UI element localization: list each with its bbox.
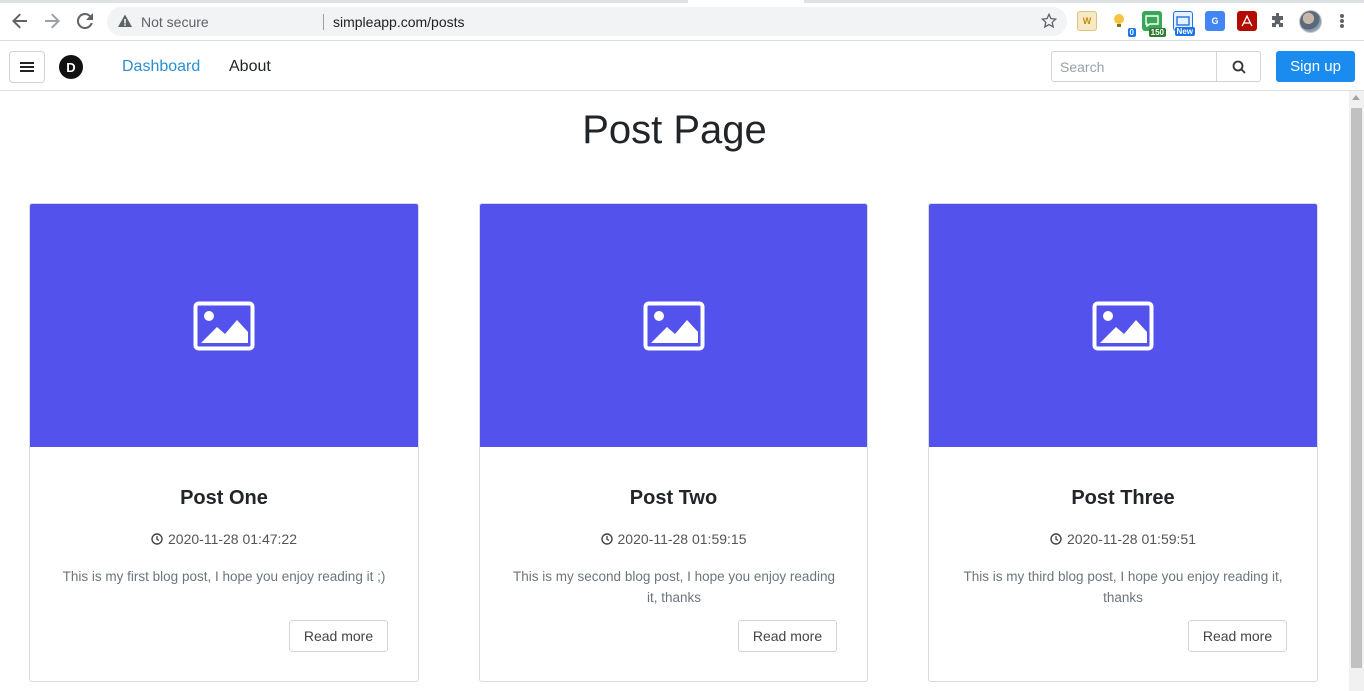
extensions-puzzle-icon[interactable]: [1268, 11, 1288, 31]
post-date-text: 2020-11-28 01:47:22: [168, 531, 297, 547]
post-thumbnail: [480, 204, 867, 447]
warning-icon: [118, 14, 132, 27]
post-title: Post Three: [1071, 487, 1175, 509]
clock-icon: [1050, 533, 1062, 545]
post-thumbnail: [929, 204, 1317, 447]
post-excerpt: This is my second blog post, I hope you …: [513, 569, 835, 605]
extension-label: W: [1082, 16, 1092, 26]
image-placeholder-icon: [193, 301, 255, 350]
hamburger-icon: [20, 62, 34, 72]
scroll-thumb[interactable]: [1351, 108, 1362, 668]
translate-extension-icon[interactable]: G: [1205, 11, 1225, 31]
w-extension-icon[interactable]: W: [1077, 11, 1097, 31]
search-button[interactable]: [1216, 51, 1261, 82]
post-card: Post Two 2020-11-28 01:59:15 This is my …: [479, 203, 868, 682]
extension-badge: 0: [1127, 28, 1136, 37]
page-title: Post Page: [582, 108, 767, 152]
back-button[interactable]: [8, 9, 32, 33]
profile-avatar[interactable]: [1299, 10, 1322, 33]
read-more-button[interactable]: Read more: [738, 620, 837, 652]
acrobat-icon: [1241, 14, 1253, 27]
chat-icon: [1145, 15, 1159, 27]
extension-badge: New: [1174, 27, 1195, 36]
browser-menu-icon[interactable]: [1334, 11, 1350, 31]
post-title: Post Two: [629, 487, 718, 509]
post-excerpt: This is my third blog post, I hope you e…: [963, 569, 1283, 605]
post-date-text: 2020-11-28 01:59:51: [1067, 531, 1196, 547]
reload-button[interactable]: [73, 9, 97, 33]
extension-badge: 150: [1148, 28, 1166, 37]
read-more-button[interactable]: Read more: [1188, 620, 1287, 652]
image-placeholder-icon: [643, 301, 704, 350]
search-icon: [1232, 60, 1246, 74]
forward-button[interactable]: [40, 9, 64, 33]
post-card: Post Three 2020-11-28 01:59:51 This is m…: [928, 203, 1318, 682]
scroll-up-arrow-icon[interactable]: [1352, 95, 1360, 100]
browser-toolbar: Not secure simpleapp.com/posts W 0 150 N…: [0, 0, 1364, 41]
post-excerpt: This is my first blog post, I hope you e…: [62, 569, 386, 584]
app-navbar: D Dashboard About Sign up: [0, 41, 1364, 91]
post-thumbnail: [30, 204, 418, 447]
bulb-extension-icon[interactable]: 0: [1110, 11, 1136, 37]
news-extension-icon[interactable]: New: [1173, 11, 1195, 36]
search-input[interactable]: [1051, 51, 1217, 82]
post-title: Post One: [180, 487, 268, 509]
post-date-text: 2020-11-28 01:59:15: [617, 531, 747, 547]
post-date: 2020-11-28 01:59:51: [929, 531, 1317, 547]
image-placeholder-icon: [1092, 301, 1154, 350]
arrow-left-icon: [12, 13, 27, 29]
omnibox-divider: [323, 14, 324, 30]
pdf-extension-icon[interactable]: [1237, 11, 1257, 31]
nav-link-dashboard[interactable]: Dashboard: [122, 57, 200, 77]
window-icon: [1176, 16, 1190, 26]
page-scrollbar[interactable]: [1349, 91, 1364, 691]
bulb-icon: [1114, 14, 1124, 27]
bookmark-star-icon[interactable]: [1041, 13, 1057, 29]
post-card: Post One 2020-11-28 01:47:22 This is my …: [29, 203, 419, 682]
clock-icon: [151, 533, 163, 545]
brand-logo[interactable]: D: [59, 55, 83, 79]
extension-label: G: [1211, 16, 1219, 26]
signup-button[interactable]: Sign up: [1276, 51, 1355, 82]
post-date: 2020-11-28 01:47:22: [30, 531, 418, 547]
brand-letter: D: [66, 59, 76, 75]
counter-extension-icon[interactable]: 150: [1142, 11, 1166, 37]
read-more-button[interactable]: Read more: [289, 620, 388, 652]
post-date: 2020-11-28 01:59:15: [480, 531, 867, 547]
tab-strip: [0, 0, 1364, 3]
arrow-right-icon: [45, 13, 60, 29]
menu-toggle-button[interactable]: [9, 51, 45, 83]
nav-link-about[interactable]: About: [229, 57, 271, 77]
address-bar[interactable]: Not secure simpleapp.com/posts: [107, 7, 1067, 36]
security-label[interactable]: Not secure: [141, 14, 209, 30]
url-text[interactable]: simpleapp.com/posts: [333, 14, 465, 30]
reload-icon: [76, 12, 93, 29]
clock-icon: [600, 533, 613, 545]
